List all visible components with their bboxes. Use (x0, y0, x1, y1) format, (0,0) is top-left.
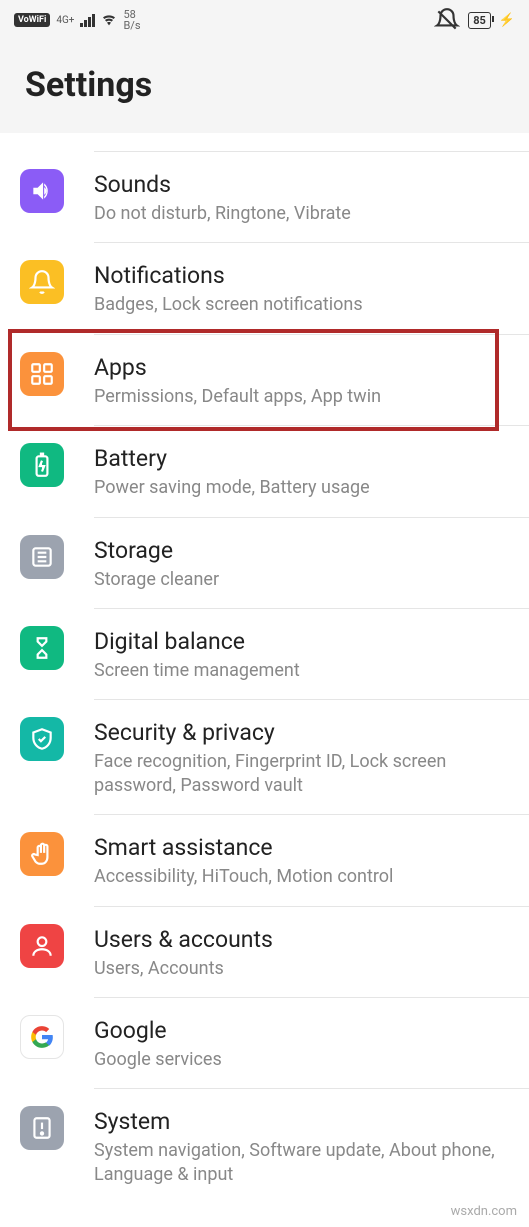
header: Settings (0, 40, 529, 133)
item-title: Battery (94, 445, 509, 472)
item-title: Google (94, 1017, 509, 1044)
status-right: 85 ⚡ (434, 7, 515, 33)
charging-icon: ⚡ (499, 13, 515, 28)
sounds-icon (20, 169, 64, 213)
item-title: Users & accounts (94, 926, 509, 953)
speed-unit: B/s (123, 20, 140, 31)
item-subtitle: Screen time management (94, 659, 509, 682)
item-subtitle: Permissions, Default apps, App twin (94, 385, 509, 408)
item-title: Storage (94, 537, 509, 564)
settings-item-apps[interactable]: Apps Permissions, Default apps, App twin (0, 335, 529, 425)
item-title: Digital balance (94, 628, 509, 655)
item-title: System (94, 1108, 509, 1135)
mute-icon (434, 7, 460, 33)
item-subtitle: Storage cleaner (94, 568, 509, 591)
item-subtitle: Power saving mode, Battery usage (94, 476, 509, 499)
battery-indicator: 85 (468, 12, 491, 29)
notifications-icon (20, 260, 64, 304)
signal-icon (80, 13, 95, 27)
item-title: Notifications (94, 262, 509, 289)
network-label: 4G+ (56, 15, 74, 26)
settings-item-sounds[interactable]: Sounds Do not disturb, Ringtone, Vibrate (0, 152, 529, 242)
item-title: Sounds (94, 171, 509, 198)
hourglass-icon (20, 626, 64, 670)
item-title: Security & privacy (94, 719, 509, 746)
storage-icon (20, 535, 64, 579)
item-subtitle: Users, Accounts (94, 957, 509, 980)
settings-item-google[interactable]: Google Google services (0, 998, 529, 1088)
settings-item-storage[interactable]: Storage Storage cleaner (0, 518, 529, 608)
settings-item-smart-assistance[interactable]: Smart assistance Accessibility, HiTouch,… (0, 815, 529, 905)
shield-icon (20, 717, 64, 761)
item-subtitle: Do not disturb, Ringtone, Vibrate (94, 202, 509, 225)
apps-icon (20, 352, 64, 396)
item-title: Apps (94, 354, 509, 381)
item-title: Smart assistance (94, 834, 509, 861)
settings-list[interactable]: Sounds Do not disturb, Ringtone, Vibrate… (0, 151, 529, 1203)
status-bar: VoWiFi 4G+ 58 B/s 85 ⚡ (0, 0, 529, 40)
battery-icon (20, 443, 64, 487)
data-speed: 58 B/s (123, 9, 140, 31)
settings-item-system[interactable]: System System navigation, Software updat… (0, 1089, 529, 1203)
item-subtitle: System navigation, Software update, Abou… (94, 1139, 509, 1186)
item-subtitle: Accessibility, HiTouch, Motion control (94, 865, 509, 888)
settings-item-battery[interactable]: Battery Power saving mode, Battery usage (0, 426, 529, 516)
user-icon (20, 924, 64, 968)
page-title: Settings (25, 65, 504, 105)
settings-item-notifications[interactable]: Notifications Badges, Lock screen notifi… (0, 243, 529, 333)
watermark: wsxdn.com (451, 1204, 517, 1219)
wifi-icon (101, 12, 117, 28)
item-subtitle: Face recognition, Fingerprint ID, Lock s… (94, 750, 509, 797)
status-left: VoWiFi 4G+ 58 B/s (14, 9, 141, 31)
settings-item-users[interactable]: Users & accounts Users, Accounts (0, 907, 529, 997)
item-subtitle: Google services (94, 1048, 509, 1071)
google-icon (20, 1015, 64, 1059)
hand-icon (20, 832, 64, 876)
vowifi-badge: VoWiFi (14, 13, 50, 27)
system-icon (20, 1106, 64, 1150)
item-subtitle: Badges, Lock screen notifications (94, 293, 509, 316)
settings-item-security[interactable]: Security & privacy Face recognition, Fin… (0, 700, 529, 814)
settings-item-digital-balance[interactable]: Digital balance Screen time management (0, 609, 529, 699)
